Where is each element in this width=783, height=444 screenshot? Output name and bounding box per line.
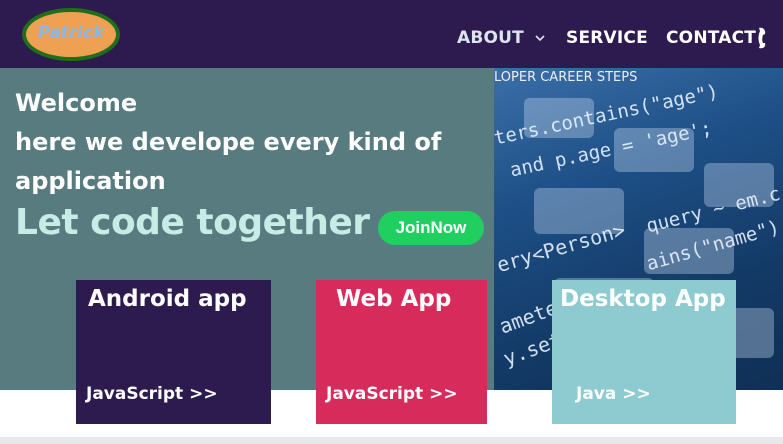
welcome-text: Welcome here we develope every kind of a… [15, 84, 485, 201]
phone-icon[interactable] [754, 26, 770, 50]
chevron-down-icon[interactable] [534, 32, 546, 44]
welcome-line: Welcome [15, 89, 138, 117]
logo[interactable]: Patrick [22, 8, 120, 61]
card-link[interactable]: Java >> [576, 384, 651, 404]
card-link[interactable]: JavaScript >> [326, 384, 458, 404]
page: Patrick ABOUT SERVICE CONTACT LOPER CARE… [0, 0, 783, 444]
join-now-button[interactable]: JoinNow [378, 211, 484, 245]
card-title: Android app [88, 286, 247, 312]
image-caption: LOPER CAREER STEPS [494, 70, 638, 85]
hero-tagline: Let code together [15, 202, 370, 243]
nav-service-link[interactable]: SERVICE [566, 28, 648, 48]
logo-text: Patrick [37, 22, 105, 43]
service-card-desktop[interactable]: Desktop App Java >> [552, 280, 736, 424]
navbar: Patrick ABOUT SERVICE CONTACT [0, 0, 783, 68]
nav-contact-link[interactable]: CONTACT [666, 28, 756, 48]
bottom-divider [0, 437, 783, 444]
service-card-android[interactable]: Android app JavaScript >> [76, 280, 271, 424]
welcome-line: application [15, 167, 166, 195]
card-link[interactable]: JavaScript >> [86, 384, 218, 404]
welcome-line: here we develope every kind of [15, 128, 442, 156]
card-title: Desktop App [560, 286, 726, 312]
nav-about-link[interactable]: ABOUT [457, 28, 524, 48]
service-card-web[interactable]: Web App JavaScript >> [316, 280, 487, 424]
card-title: Web App [336, 286, 452, 312]
